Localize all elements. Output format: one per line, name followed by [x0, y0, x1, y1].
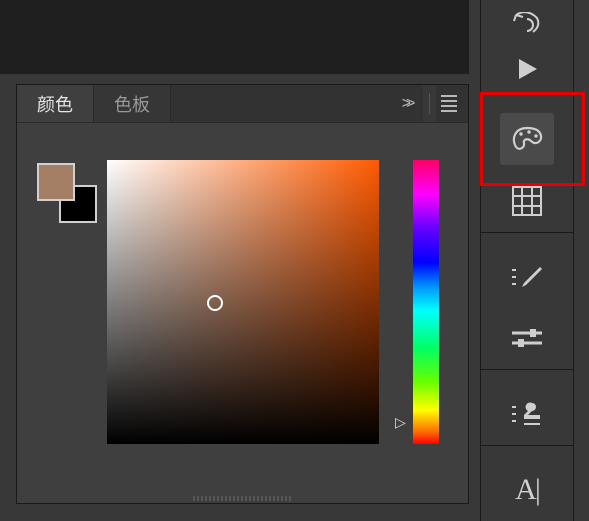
- play-icon[interactable]: [500, 48, 554, 90]
- collapse-panel-button[interactable]: >>: [389, 85, 423, 122]
- panel-resize-grip[interactable]: [193, 496, 293, 501]
- tab-color[interactable]: 颜色: [17, 85, 94, 122]
- saturation-brightness-field[interactable]: [107, 160, 379, 444]
- panel-header: 颜色 色板 >>: [17, 85, 468, 123]
- history-icon[interactable]: [500, 2, 554, 44]
- color-panel: 颜色 色板 >> ▷: [16, 84, 469, 504]
- foreground-swatch[interactable]: [37, 163, 75, 201]
- text-tool-icon[interactable]: A|: [500, 464, 554, 516]
- hue-slider[interactable]: [413, 160, 439, 444]
- brush-list-icon[interactable]: [500, 251, 554, 303]
- swatches-grid-icon[interactable]: [500, 175, 554, 227]
- palette-icon[interactable]: [500, 113, 554, 165]
- tab-swatches[interactable]: 色板: [94, 85, 171, 122]
- picker-indicator: [207, 295, 223, 311]
- text-tool-label: A|: [515, 473, 539, 507]
- sliders-icon[interactable]: [500, 313, 554, 365]
- panel-menu-icon[interactable]: [436, 85, 468, 122]
- color-panel-body: ▷: [17, 123, 468, 503]
- stamp-list-icon[interactable]: [500, 388, 554, 440]
- right-toolbar: A|: [480, 0, 573, 521]
- color-swatches: [37, 163, 99, 225]
